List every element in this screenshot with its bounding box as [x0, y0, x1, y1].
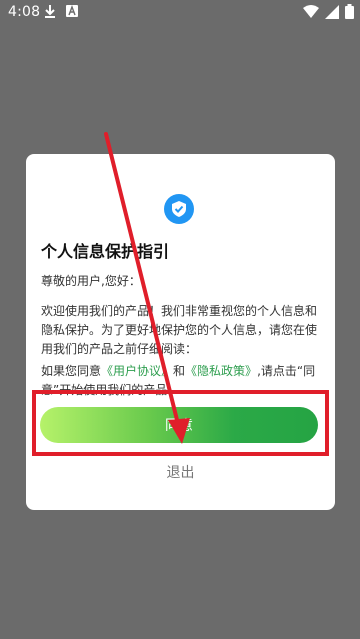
user-agreement-link[interactable]: 《用户协议》	[101, 364, 173, 378]
download-icon	[44, 4, 56, 18]
shield-check-icon	[164, 194, 194, 224]
status-icons-left	[44, 4, 78, 18]
intro-text: 欢迎使用我们的产品！我们非常重视您的个人信息和隐私保护。为了更好地保护您的个人信…	[41, 304, 318, 356]
greeting-text: 尊敬的用户,您好：	[41, 274, 141, 288]
highlight-box	[32, 390, 329, 456]
wifi-icon	[303, 4, 319, 23]
signal-icon	[325, 4, 339, 23]
battery-icon	[345, 4, 354, 23]
privacy-dialog: 个人信息保护指引 尊敬的用户,您好： 欢迎使用我们的产品！我们非常重视您的个人信…	[26, 154, 335, 510]
dialog-title: 个人信息保护指引	[41, 242, 170, 261]
exit-button[interactable]: 退出	[26, 462, 335, 482]
status-icons-right	[303, 4, 354, 23]
consent-and: 和	[173, 364, 186, 378]
status-time: 4:08	[8, 4, 41, 20]
status-bar: 4:08	[0, 0, 360, 24]
privacy-policy-link[interactable]: 《隐私政策》	[185, 364, 257, 378]
consent-prefix: 如果您同意	[41, 364, 102, 378]
a-icon	[66, 5, 78, 17]
